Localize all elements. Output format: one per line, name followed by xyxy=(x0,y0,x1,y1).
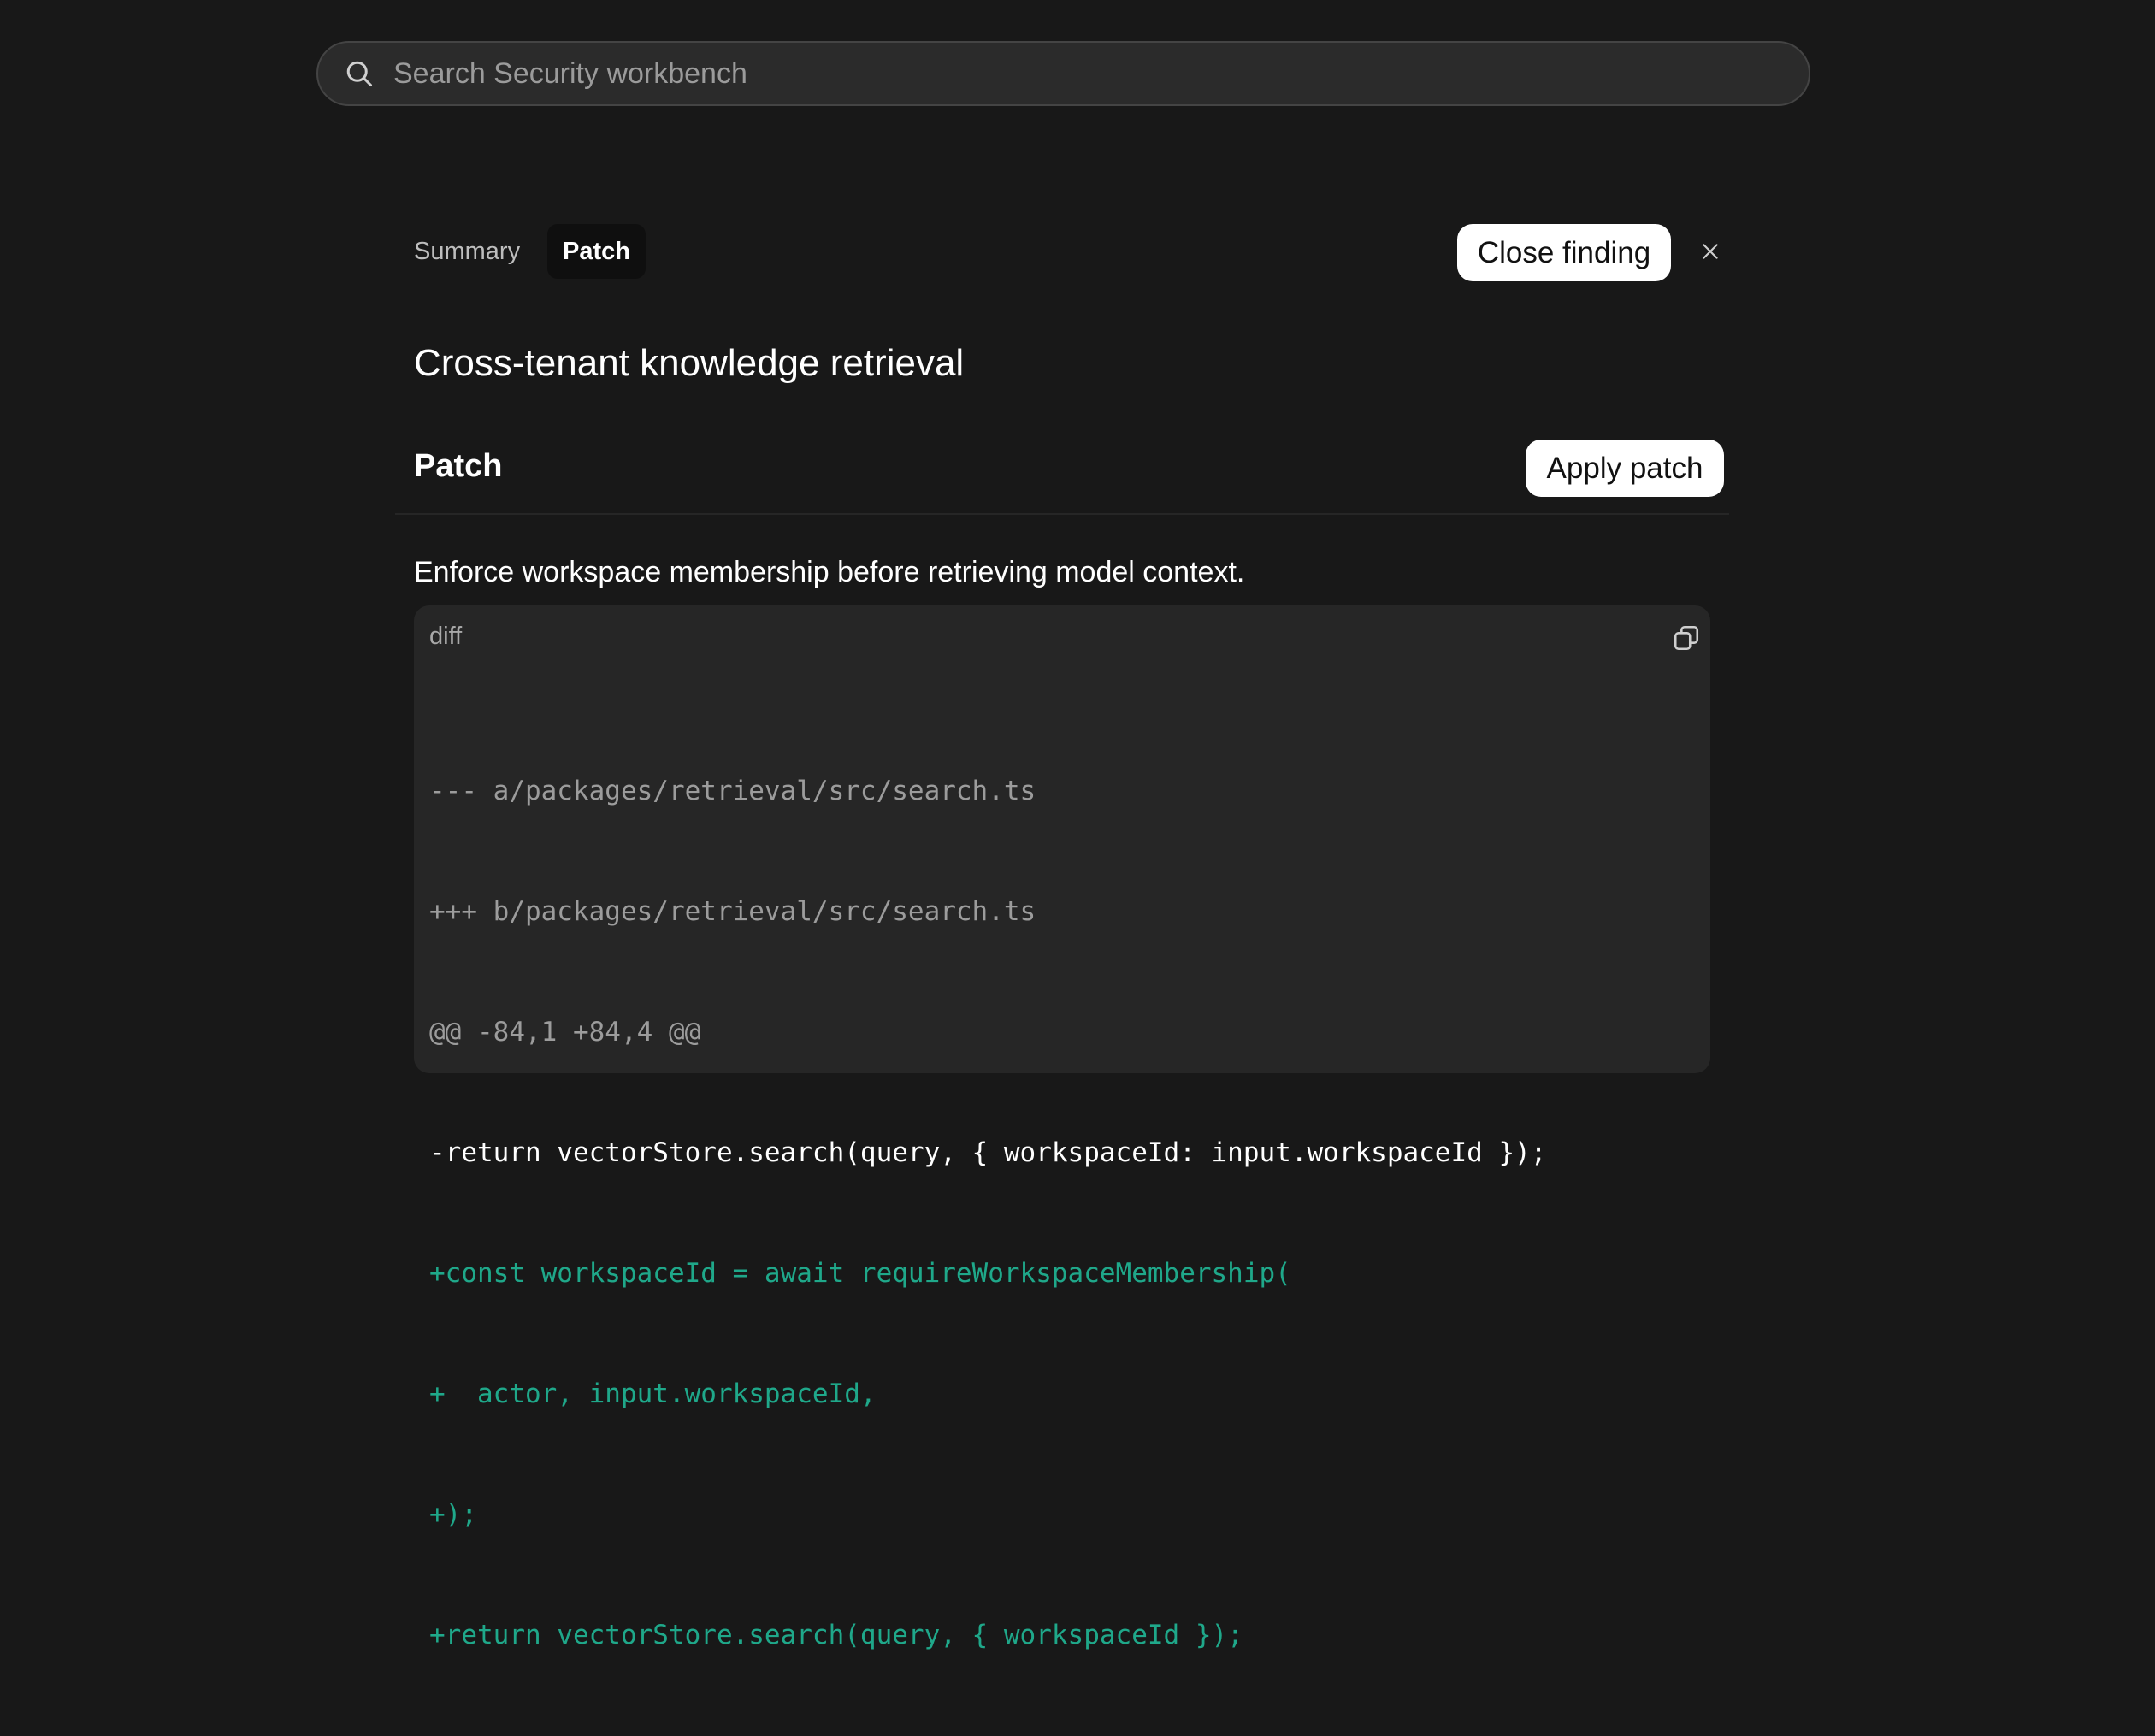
diff-line-added: + actor, input.workspaceId, xyxy=(429,1379,877,1409)
search-input[interactable] xyxy=(392,48,1809,99)
code-block: diff --- a/packages/retrieval/src/search… xyxy=(414,605,1710,1650)
diff-line-added: +return vectorStore.search(query, { work… xyxy=(429,1620,1243,1650)
search-icon xyxy=(342,56,376,91)
close-finding-button[interactable]: Close finding xyxy=(1457,224,1671,281)
panel-header: Summary Patch Close finding xyxy=(395,217,1729,287)
patch-description: Enforce workspace membership before retr… xyxy=(414,556,1245,588)
copy-icon[interactable] xyxy=(1669,621,1703,655)
tab-patch[interactable]: Patch xyxy=(547,224,646,279)
diff-line-added: +const workspaceId = await requireWorksp… xyxy=(429,1258,1291,1289)
close-icon[interactable] xyxy=(1693,234,1727,269)
finding-title: Cross-tenant knowledge retrieval xyxy=(414,342,965,384)
code-language-label: diff xyxy=(429,623,463,650)
diff-line-removed: -return vectorStore.search(query, { work… xyxy=(429,1137,1547,1168)
diff-line-meta: --- a/packages/retrieval/src/search.ts xyxy=(429,776,1036,806)
diff-line-meta: +++ b/packages/retrieval/src/search.ts xyxy=(429,896,1036,927)
section-divider xyxy=(395,513,1729,515)
search-bar[interactable] xyxy=(316,41,1810,106)
diff-code: --- a/packages/retrieval/src/search.ts +… xyxy=(429,691,1546,1736)
patch-section-title: Patch xyxy=(414,448,503,484)
diff-line-added: +); xyxy=(429,1499,477,1530)
tab-summary[interactable]: Summary xyxy=(399,224,535,279)
diff-line-hunk: @@ -84,1 +84,4 @@ xyxy=(429,1017,701,1048)
apply-patch-button[interactable]: Apply patch xyxy=(1526,440,1724,497)
